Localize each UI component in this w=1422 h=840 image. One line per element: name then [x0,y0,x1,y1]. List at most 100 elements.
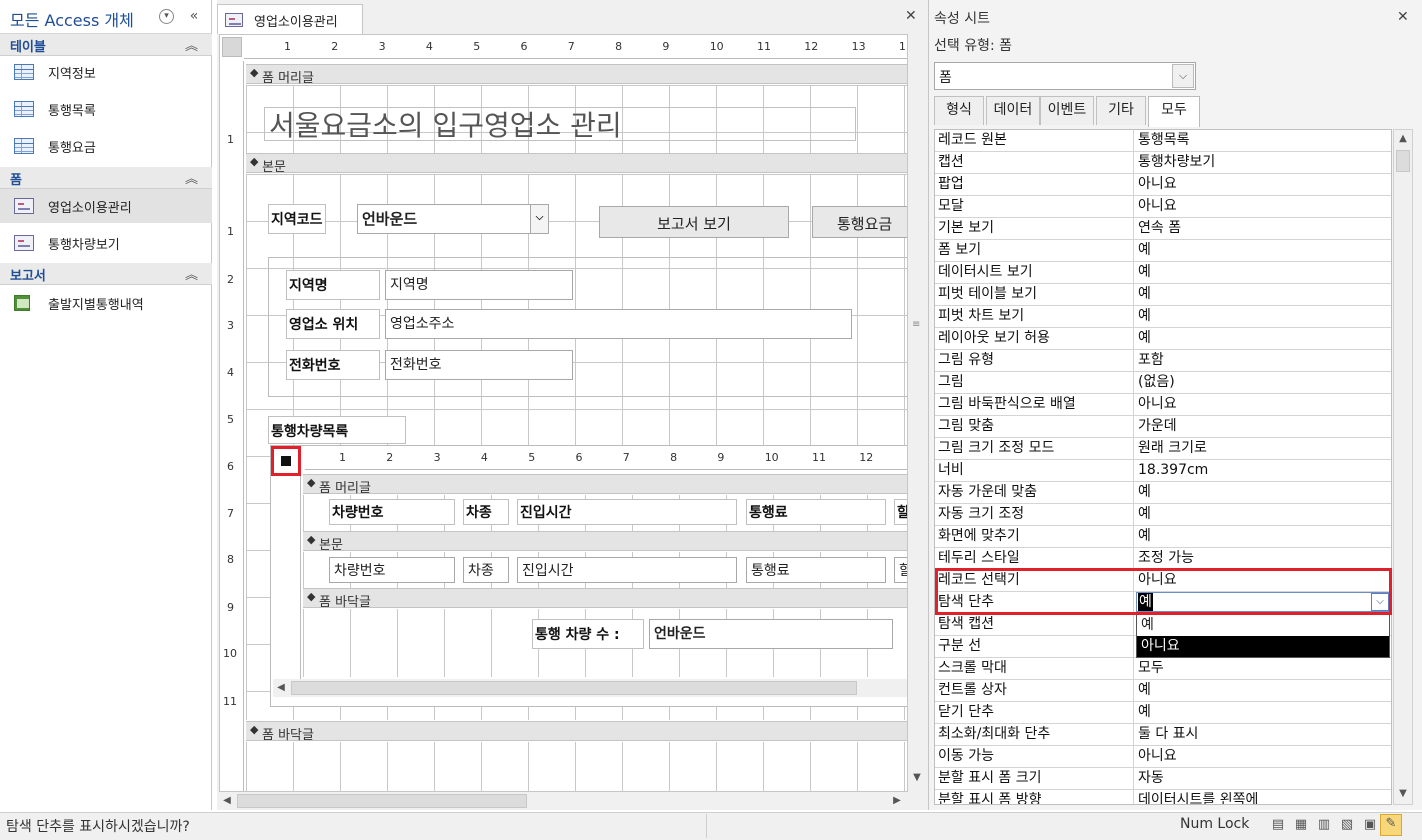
property-row[interactable]: 너비 18.397cm [935,460,1391,482]
property-name[interactable]: 분할 표시 폼 크기 [935,768,1134,789]
form-header-section[interactable]: 서울요금소의 입구영업소 관리 [246,85,907,153]
scroll-up-icon[interactable]: ▲ [1395,131,1411,147]
horizontal-ruler[interactable]: 1 2 3 4 5 6 7 8 9 10 11 12 13 1 [244,37,907,59]
tab-other[interactable]: 기타 [1096,96,1146,125]
property-name[interactable]: 너비 [935,460,1134,481]
property-row[interactable]: 그림 (없음) [935,372,1391,394]
property-name[interactable]: 그림 [935,372,1134,393]
field-discount[interactable]: 할 [894,557,907,583]
scroll-down-icon[interactable]: ▼ [909,770,925,786]
property-name[interactable]: 레코드 원본 [935,130,1134,151]
property-row[interactable]: 팝업 아니요 [935,174,1391,196]
property-name[interactable]: 피벗 테이블 보기 [935,284,1134,305]
tab-data[interactable]: 데이터 [986,96,1040,125]
property-name[interactable]: 스크롤 막대 [935,658,1134,679]
subform-footer-section[interactable]: 통행 차량 수 : 언바운드 [303,609,907,677]
property-row[interactable]: 레코드 원본 통행목록 [935,130,1391,152]
property-row[interactable]: 분할 표시 폼 크기 자동 [935,768,1391,790]
property-name[interactable]: 그림 맞춤 [935,416,1134,437]
property-name[interactable]: 화면에 맞추기 [935,526,1134,547]
property-name[interactable]: 테두리 스타일 [935,548,1134,569]
scroll-down-icon[interactable]: ▼ [1395,786,1411,802]
property-value[interactable]: 예 [1135,526,1391,547]
design-view-icon[interactable]: ✎ [1380,814,1402,836]
property-name[interactable]: 팝업 [935,174,1134,195]
region-name-field[interactable]: 지역명 [385,270,573,300]
collapse-pane-icon[interactable]: « [186,8,202,24]
property-row[interactable]: 자동 가운데 맞춤 예 [935,482,1391,504]
property-name[interactable]: 캡션 [935,152,1134,173]
tab-format[interactable]: 형식 [934,96,984,125]
property-value[interactable]: 통행차량보기 [1135,152,1391,173]
property-row[interactable]: 폼 보기 예 [935,240,1391,262]
subform-vertical-ruler[interactable] [277,476,301,686]
property-value[interactable]: 예 [1135,680,1391,701]
property-name[interactable]: 구분 선 [935,636,1134,657]
scroll-thumb[interactable] [291,681,857,695]
band-form-footer[interactable]: ◆ 폼 바닥글 [246,721,907,743]
property-value[interactable]: 예 [1135,262,1391,283]
property-value[interactable]: 통행목록 [1135,130,1391,151]
property-value[interactable]: 자동 [1135,768,1391,789]
subform-band-footer[interactable]: ◆ 폼 바닥글 [303,588,907,610]
phone-label[interactable]: 전화번호 [286,350,380,380]
scroll-right-icon[interactable]: ▶ [889,793,905,809]
tab-office-management[interactable]: 영업소이용관리 [217,4,363,34]
property-name[interactable]: 기본 보기 [935,218,1134,239]
value-dropdown-list[interactable]: 예 아니요 [1136,614,1390,658]
property-row[interactable]: 피벗 차트 보기 예 [935,306,1391,328]
property-row[interactable]: 최소화/최대화 단추 둘 다 표시 [935,724,1391,746]
detail-section[interactable]: 지역코드 언바운드 ⌵ 보고서 보기 통행요금 지역명 지역명 영업소 위치 영… [246,174,907,720]
nav-filter-dropdown-icon[interactable]: ▾ [159,9,174,24]
scroll-left-icon[interactable]: ◀ [273,680,289,696]
col-header-entry-time[interactable]: 진입시간 [517,499,737,525]
property-name[interactable]: 그림 크기 조정 모드 [935,438,1134,459]
property-row[interactable]: 기본 보기 연속 폼 [935,218,1391,240]
layout-view-icon[interactable]: ▣ [1361,816,1379,834]
property-name[interactable]: 분할 표시 폼 방향 [935,790,1134,804]
property-name[interactable]: 최소화/최대화 단추 [935,724,1134,745]
property-value[interactable]: 모두 [1135,658,1391,679]
nav-item-table-traffic-list[interactable]: 통행목록 [0,92,212,126]
field-toll[interactable]: 통행료 [746,557,886,583]
property-value[interactable]: 아니요 [1135,196,1391,217]
property-vertical-scrollbar[interactable]: ▲ ▼ [1393,129,1413,805]
vehicle-count-label[interactable]: 통행 차량 수 : [532,619,644,649]
property-name[interactable]: 자동 크기 조정 [935,504,1134,525]
property-value[interactable]: 원래 크기로 [1135,438,1391,459]
nav-item-form-vehicle-view[interactable]: 통행차량보기 [0,226,212,260]
col-header-discount[interactable]: 할 [894,499,907,525]
property-row[interactable]: 스크롤 막대 모두 [935,658,1391,680]
property-name[interactable]: 이동 가능 [935,746,1134,767]
form-title-label[interactable]: 서울요금소의 입구영업소 관리 [264,107,856,141]
property-value[interactable]: 연속 폼 [1135,218,1391,239]
property-row[interactable]: 화면에 맞추기 예 [935,526,1391,548]
property-row[interactable]: 자동 크기 조정 예 [935,504,1391,526]
nav-pane-header[interactable]: 모든 Access 개체 ▾ « [0,0,212,34]
property-row[interactable]: 그림 크기 조정 모드 원래 크기로 [935,438,1391,460]
pivot-table-view-icon[interactable]: ▥ [1315,816,1333,834]
chevron-down-icon[interactable]: ⌵ [1172,64,1194,88]
group-header-forms[interactable]: 폼 ︽ [0,167,212,189]
property-value[interactable]: 예 [1135,702,1391,723]
property-value[interactable]: 18.397cm [1135,460,1391,481]
property-name[interactable]: 컨트롤 상자 [935,680,1134,701]
band-form-header[interactable]: ◆ 폼 머리글 [246,64,907,86]
property-value[interactable]: 둘 다 표시 [1135,724,1391,745]
property-value[interactable]: 예 [1135,240,1391,261]
property-value[interactable]: 아니요 [1135,746,1391,767]
form-view-icon[interactable]: ▤ [1269,816,1287,834]
region-code-label[interactable]: 지역코드 [268,204,326,234]
property-value[interactable]: 가운데 [1135,416,1391,437]
scroll-left-icon[interactable]: ◀ [219,793,235,809]
property-row[interactable]: 컨트롤 상자 예 [935,680,1391,702]
nav-item-table-region[interactable]: 지역정보 [0,55,212,89]
property-row[interactable]: 모달 아니요 [935,196,1391,218]
property-value[interactable]: 예 [1135,328,1391,349]
design-horizontal-scrollbar[interactable]: ◀ ▶ [219,792,908,810]
col-header-toll[interactable]: 통행료 [746,499,886,525]
property-value[interactable]: 예 [1135,306,1391,327]
group-header-tables[interactable]: 테이블 ︽ [0,34,212,56]
tab-event[interactable]: 이벤트 [1040,96,1094,125]
subform-label[interactable]: 통행차량목록 [268,416,406,444]
